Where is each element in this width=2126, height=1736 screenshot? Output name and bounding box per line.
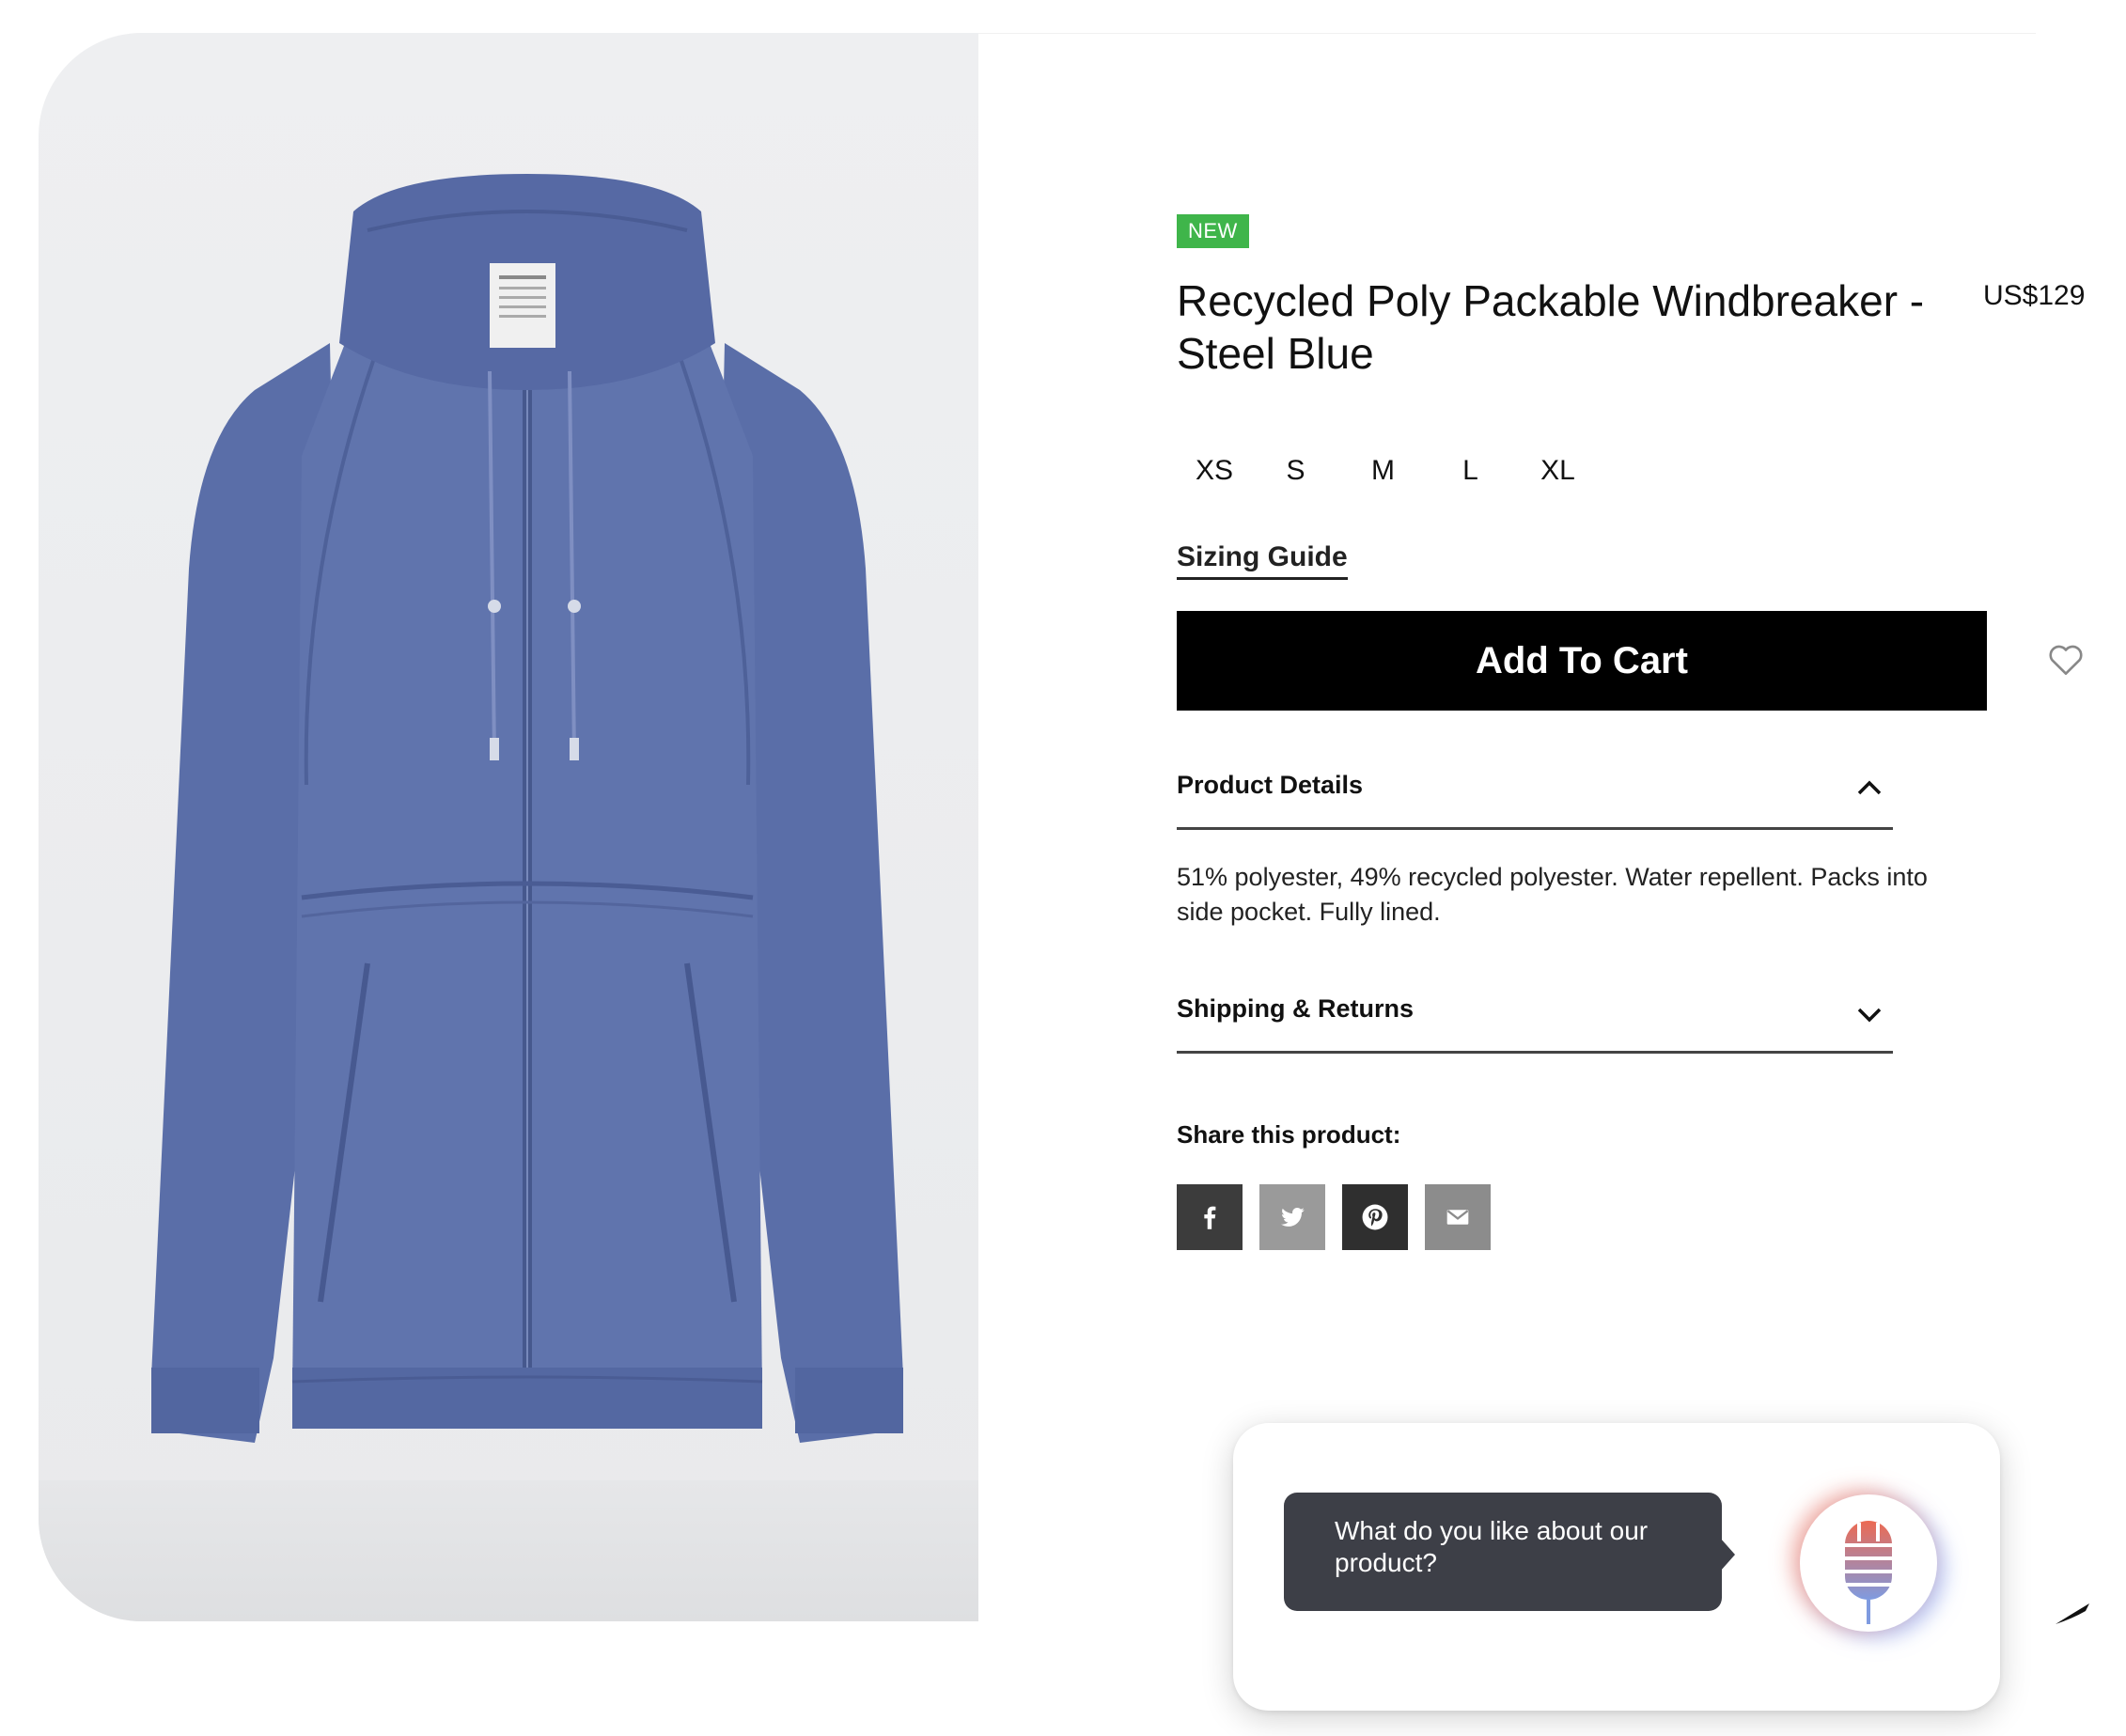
product-image: [151, 174, 903, 1443]
share-twitter-button[interactable]: [1259, 1184, 1325, 1250]
share-label: Share this product:: [1177, 1120, 1401, 1149]
share-buttons: [1177, 1184, 1491, 1250]
wishlist-heart-icon[interactable]: [2047, 643, 2085, 677]
product-price: US$129: [1983, 280, 2086, 311]
size-option-xs[interactable]: XS: [1177, 455, 1252, 487]
size-option-l[interactable]: L: [1427, 455, 1514, 487]
shipping-returns-label: Shipping & Returns: [1177, 994, 1414, 1023]
sizing-guide-link[interactable]: Sizing Guide: [1177, 541, 1348, 580]
product-details-accordion[interactable]: Product Details: [1177, 761, 1893, 830]
pinterest-icon: [1362, 1204, 1388, 1230]
product-image-panel: [39, 33, 978, 1621]
share-email-button[interactable]: [1425, 1184, 1491, 1250]
new-badge: NEW: [1177, 214, 1249, 248]
email-icon: [1446, 1210, 1469, 1225]
chevron-up-icon: [1857, 780, 1882, 795]
microphone-button[interactable]: [1800, 1494, 1937, 1632]
share-pinterest-button[interactable]: [1342, 1184, 1408, 1250]
add-to-cart-button[interactable]: Add To Cart: [1177, 611, 1987, 711]
microphone-icon: [1845, 1521, 1892, 1624]
product-details-text: 51% polyester, 49% recycled polyester. W…: [1177, 863, 1928, 926]
share-facebook-button[interactable]: [1177, 1184, 1243, 1250]
facebook-icon: [1204, 1206, 1216, 1229]
size-option-s[interactable]: S: [1252, 455, 1339, 487]
size-option-xl[interactable]: XL: [1514, 455, 1602, 487]
top-divider: [978, 33, 2036, 34]
size-selector: XS S M L XL: [1177, 455, 1602, 487]
chevron-down-icon: [1857, 1008, 1882, 1023]
shipping-returns-accordion[interactable]: Shipping & Returns: [1177, 985, 1893, 1054]
product-details-label: Product Details: [1177, 771, 1364, 799]
twitter-icon: [1281, 1208, 1305, 1227]
bubble-tail: [1720, 1538, 1735, 1572]
voice-prompt-bubble: What do you like about our product?: [1284, 1493, 1722, 1611]
pen-stroke-icon: [2056, 1603, 2089, 1624]
product-title: Recycled Poly Packable Windbreaker - Ste…: [1177, 276, 1925, 378]
voice-feedback-widget: What do you like about our product?: [1233, 1423, 2000, 1711]
size-option-m[interactable]: M: [1339, 455, 1427, 487]
